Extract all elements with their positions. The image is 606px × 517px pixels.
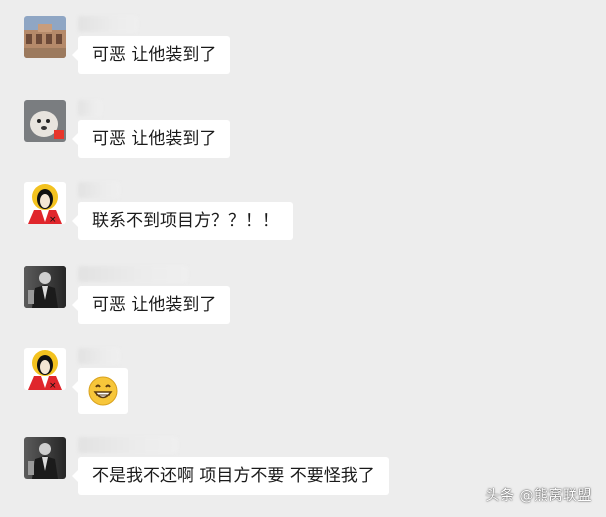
sender-name-blurred bbox=[78, 348, 120, 364]
svg-text:×: × bbox=[49, 215, 57, 224]
sender-name-blurred bbox=[78, 182, 120, 198]
svg-text:×: × bbox=[49, 381, 57, 390]
suited-man-avatar[interactable] bbox=[24, 266, 66, 308]
building-photo-avatar[interactable] bbox=[24, 16, 66, 58]
chat-message: × 联系不到项目方？？！！ bbox=[0, 182, 606, 262]
message-bubble[interactable]: 可恶 让他装到了 bbox=[71, 120, 231, 158]
chat-message: 不是我不还啊 项目方不要 不要怪我了 bbox=[0, 437, 606, 517]
message-bubble[interactable]: 联系不到项目方？？！！ bbox=[72, 202, 293, 240]
sender-name-blurred bbox=[78, 437, 178, 453]
grinning-face-emoji bbox=[88, 376, 118, 420]
chat-message: 可恶 让他装到了 bbox=[0, 266, 606, 346]
dog-photo-avatar[interactable] bbox=[24, 100, 66, 142]
anime-character-avatar[interactable]: × bbox=[24, 348, 66, 390]
sender-name-blurred bbox=[78, 16, 138, 32]
chat-message: 可恶 让他装到了 bbox=[0, 16, 606, 96]
sender-name-blurred bbox=[78, 266, 188, 282]
watermark-text: 头条 @熊窝联盟 bbox=[485, 488, 592, 504]
suited-man-avatar[interactable] bbox=[24, 437, 66, 479]
sender-name-blurred bbox=[78, 100, 102, 116]
chat-message: × bbox=[0, 348, 606, 428]
chat-message: 可恶 让他装到了 bbox=[0, 100, 606, 180]
message-bubble[interactable] bbox=[72, 368, 128, 414]
message-bubble[interactable]: 不是我不还啊 项目方不要 不要怪我了 bbox=[72, 457, 389, 495]
message-bubble[interactable]: 可恶 让他装到了 bbox=[71, 36, 231, 74]
anime-character-avatar[interactable]: × bbox=[24, 182, 66, 224]
message-bubble[interactable]: 可恶 让他装到了 bbox=[71, 286, 231, 324]
